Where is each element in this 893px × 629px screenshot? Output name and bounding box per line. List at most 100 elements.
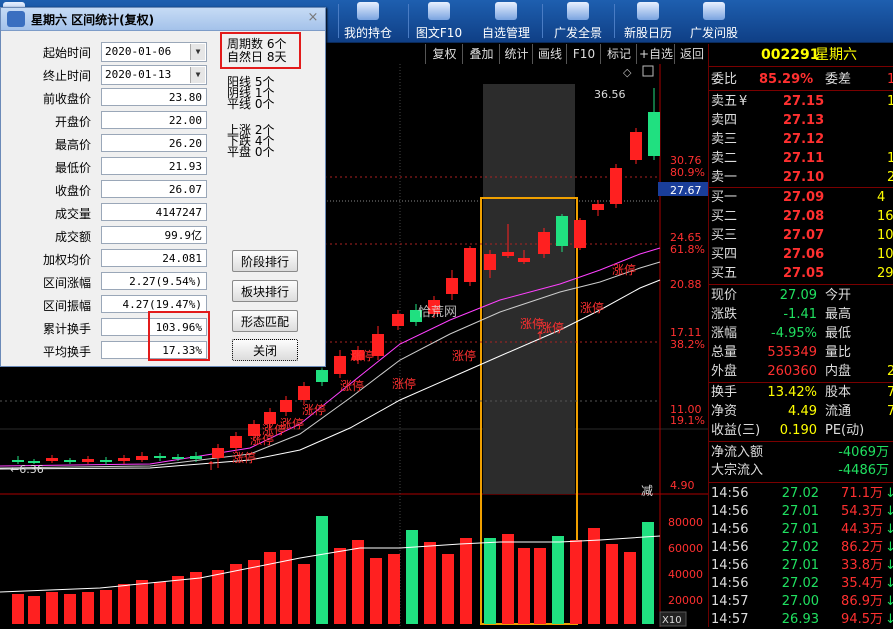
ask-price: 27.11 — [783, 151, 825, 166]
stat-label: 流通 — [825, 404, 852, 419]
volume-bar — [570, 540, 582, 624]
bid-price: 27.06 — [783, 247, 825, 262]
field-label: 前收盘价 — [42, 92, 91, 106]
window-icon — [642, 65, 654, 77]
stat-row: 涨幅 -4.95% 最低 — [709, 325, 893, 343]
stat-value: 7 — [887, 404, 893, 419]
candle-body — [648, 112, 660, 156]
toolbar-item-panorama[interactable]: 广发全景 — [548, 0, 608, 42]
stat-row: 现价 27.09 今开 — [709, 287, 893, 305]
arrow-down-icon: ↓ — [885, 504, 893, 519]
stat-label: 最高 — [825, 307, 852, 322]
flow-label: 净流入额 — [711, 445, 764, 460]
toolbar-item-holdings[interactable]: 我的持仓 — [340, 0, 396, 42]
pattern-match-button[interactable]: 形态匹配 — [232, 310, 298, 332]
tick-volume: 54.3万 — [841, 504, 883, 519]
tick-row: 14:56 27.02 71.1万 ↓ — [709, 485, 893, 503]
ask-price: 27.10 — [783, 170, 825, 185]
volume-bar — [552, 536, 564, 624]
bid-label: 买一 — [711, 190, 738, 205]
volume-bar — [212, 570, 224, 624]
overlay-button[interactable]: 叠加 — [462, 44, 500, 64]
mark-button[interactable]: 标记 — [600, 44, 637, 64]
bid-row: 买四 27.06 10 — [709, 246, 893, 264]
highlight-box-turnover — [148, 311, 210, 361]
volume-axis-label: 20000 — [668, 594, 703, 607]
arrow-down-icon: ↓ — [885, 522, 893, 537]
stat-label: 换手 — [711, 385, 738, 400]
volume-bar — [424, 542, 436, 624]
stat-label: 今开 — [825, 288, 852, 303]
arrow-down-icon: ↓ — [885, 486, 893, 501]
tick-time: 14:56 — [711, 522, 749, 537]
candle-body — [464, 248, 476, 282]
chevron-down-icon[interactable]: ▼ — [190, 67, 205, 83]
f10-button[interactable]: F10 — [566, 44, 601, 64]
volume-bar — [82, 592, 94, 624]
stat-label: 最低 — [825, 326, 852, 341]
toolbar-item-watchlist[interactable]: 自选管理 — [476, 0, 536, 42]
ask-row: 卖三 27.12 — [709, 131, 893, 149]
bid-label: 买三 — [711, 228, 738, 243]
tick-time: 14:56 — [711, 540, 749, 555]
dialog-title-bar: 星期六 区间统计(复权) × — [1, 8, 325, 31]
tick-price: 27.01 — [781, 522, 819, 537]
stat-value: 7 — [887, 385, 893, 400]
draw-line-button[interactable]: 画线 — [532, 44, 567, 64]
stat-row: 收益(三) 0.190 PE(动) — [709, 422, 893, 440]
sector-rank-button[interactable]: 板块排行 — [232, 280, 298, 302]
volume-bar — [46, 592, 58, 624]
flow-value: -4486万 — [838, 463, 889, 478]
tick-row: 14:56 27.01 54.3万 ↓ — [709, 503, 893, 521]
tick-time: 14:56 — [711, 504, 749, 519]
tick-price: 27.02 — [781, 486, 819, 501]
bid-row: 买二 27.08 16 — [709, 208, 893, 226]
divider — [709, 187, 893, 188]
volume-bar — [442, 554, 454, 624]
ask-volume: 1 — [887, 94, 893, 109]
end-date-picker[interactable]: 2020-01-13 ▼ — [101, 65, 207, 85]
start-date-picker[interactable]: 2020-01-06 ▼ — [101, 42, 207, 62]
volume-bar — [190, 572, 202, 624]
flow-label: 大宗流入 — [711, 463, 764, 478]
flow-row: 大宗流入 -4486万 — [709, 462, 893, 480]
candle-body — [574, 220, 586, 248]
stage-rank-button[interactable]: 阶段排行 — [232, 250, 298, 272]
candle-body — [280, 400, 292, 412]
stat-value: 0.190 — [779, 423, 817, 438]
toolbar-item-f10[interactable]: 图文F10 — [412, 0, 466, 42]
quote-panel: 002291 星期六 委比 85.29% 委差 1 卖五 ¥27.15 1 卖四 27.13 卖三 27… — [708, 44, 893, 627]
stat-value: 4.49 — [788, 404, 817, 419]
back-button[interactable]: 返回 — [674, 44, 709, 64]
volume-bar — [484, 538, 496, 624]
ask-row: 卖一 27.10 2 — [709, 169, 893, 187]
volume-bar — [230, 564, 242, 624]
fuquan-button[interactable]: 复权 — [425, 44, 463, 64]
add-watchlist-button[interactable]: +自选 — [636, 44, 675, 64]
toolbar-item-ipo-calendar[interactable]: 新股日历 — [618, 0, 678, 42]
volume-bar — [316, 516, 328, 624]
toolbar-item-ask-stock[interactable]: 广发问股 — [684, 0, 744, 42]
chevron-down-icon[interactable]: ▼ — [190, 44, 205, 60]
tick-volume: 86.2万 — [841, 540, 883, 555]
ask-label: 卖二 — [711, 151, 738, 166]
stats-button[interactable]: 统计 — [499, 44, 533, 64]
count-value: 0个 — [254, 145, 275, 159]
weibi-value: 85.29% — [759, 72, 814, 87]
candle-body — [172, 457, 184, 459]
close-icon[interactable]: × — [305, 10, 321, 26]
stat-value: 27.09 — [779, 288, 817, 303]
field-value: 26.20 — [101, 134, 207, 152]
candle-count: 平线 0个 — [227, 98, 274, 110]
date-value: 2020-01-13 — [105, 68, 172, 81]
close-button[interactable]: 关闭 — [232, 339, 298, 361]
bid-row: 买五 27.05 29 — [709, 265, 893, 283]
candle-body — [82, 459, 94, 462]
field-value: 2.27(9.54%) — [101, 272, 207, 290]
volume-bar — [370, 558, 382, 624]
volume-bar — [28, 596, 40, 624]
weibi-label: 委比 — [711, 72, 738, 87]
price-axis-label: 27.67 — [670, 184, 702, 197]
stat-value: -4.95% — [771, 326, 817, 341]
stat-row: 涨跌 -1.41 最高 — [709, 306, 893, 324]
